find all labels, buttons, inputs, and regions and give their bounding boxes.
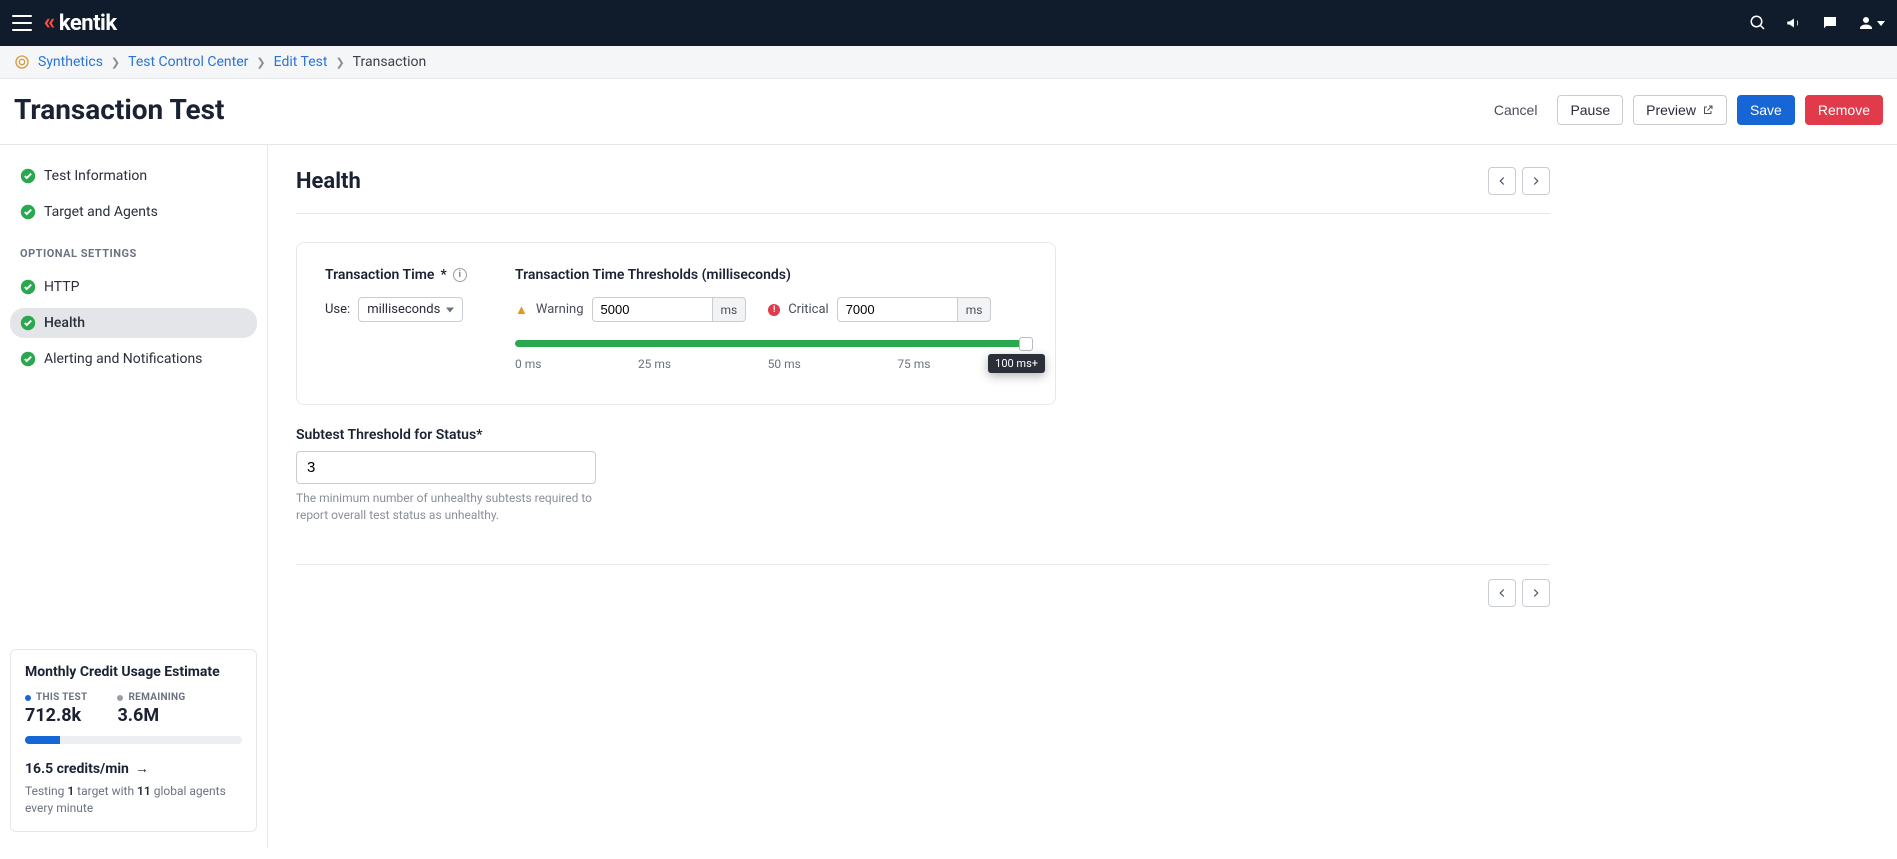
subtest-input[interactable] bbox=[296, 451, 596, 484]
credit-this-value: 712.8k bbox=[25, 705, 87, 726]
credit-title: Monthly Credit Usage Estimate bbox=[25, 664, 242, 680]
credit-usage-card: Monthly Credit Usage Estimate THIS TEST … bbox=[10, 649, 257, 832]
sidebar-item-label: Alerting and Notifications bbox=[44, 351, 202, 367]
sidebar-section-label: OPTIONAL SETTINGS bbox=[10, 233, 257, 266]
preview-button[interactable]: Preview bbox=[1633, 95, 1727, 125]
cancel-button[interactable]: Cancel bbox=[1484, 96, 1548, 124]
user-icon bbox=[1857, 14, 1875, 32]
credit-remain-label: REMAINING bbox=[128, 692, 185, 703]
chat-icon[interactable] bbox=[1821, 14, 1839, 32]
sidebar-item-http[interactable]: HTTP bbox=[10, 272, 257, 302]
breadcrumb: Synthetics ❯ Test Control Center ❯ Edit … bbox=[0, 46, 1897, 79]
check-circle-icon bbox=[20, 279, 36, 295]
subtest-label: Subtest Threshold for Status bbox=[296, 427, 476, 443]
save-button[interactable]: Save bbox=[1737, 95, 1795, 125]
use-unit-select[interactable]: milliseconds bbox=[358, 297, 463, 322]
breadcrumb-link-edit[interactable]: Edit Test bbox=[274, 54, 328, 70]
breadcrumb-current: Transaction bbox=[353, 54, 427, 70]
tx-time-label: Transaction Time bbox=[325, 267, 434, 283]
arrow-right-icon bbox=[1529, 586, 1543, 600]
arrow-left-icon bbox=[1495, 174, 1509, 188]
sidebar: Test Information Target and Agents OPTIO… bbox=[0, 145, 268, 848]
brand-mark-icon: « bbox=[44, 12, 55, 34]
breadcrumb-sep: ❯ bbox=[256, 56, 265, 69]
warning-icon: ▲ bbox=[515, 302, 528, 318]
synthetics-icon bbox=[14, 54, 30, 70]
brand-text: kentik bbox=[59, 11, 117, 36]
breadcrumb-link-control[interactable]: Test Control Center bbox=[128, 54, 248, 70]
arrow-right-icon bbox=[1529, 174, 1543, 188]
breadcrumb-sep: ❯ bbox=[111, 56, 120, 69]
dot-icon bbox=[25, 695, 31, 701]
credit-desc: Testing 1 target with 11 global agents e… bbox=[25, 783, 242, 817]
main-content: Health Transaction Time* i Use: millisec… bbox=[268, 145, 1578, 848]
dot-icon bbox=[117, 695, 123, 701]
arrow-left-icon bbox=[1495, 586, 1509, 600]
sidebar-item-alerting[interactable]: Alerting and Notifications bbox=[10, 344, 257, 374]
warning-label: Warning bbox=[536, 302, 584, 317]
credit-progress-fill bbox=[25, 736, 60, 744]
menu-icon[interactable] bbox=[12, 15, 32, 31]
warning-input[interactable] bbox=[592, 297, 712, 322]
critical-unit: ms bbox=[957, 297, 992, 322]
check-circle-icon bbox=[20, 351, 36, 367]
check-circle-icon bbox=[20, 315, 36, 331]
top-nav: « kentik bbox=[0, 0, 1897, 46]
critical-input[interactable] bbox=[837, 297, 957, 322]
breadcrumb-sep: ❯ bbox=[335, 56, 344, 69]
sidebar-item-label: Test Information bbox=[44, 168, 147, 184]
next-section-button[interactable] bbox=[1522, 167, 1550, 195]
critical-icon: ! bbox=[768, 304, 780, 316]
external-link-icon bbox=[1702, 104, 1714, 116]
announcement-icon[interactable] bbox=[1785, 14, 1803, 32]
slider-ticks: 0 ms 25 ms 50 ms 75 ms bbox=[515, 357, 1027, 371]
remove-button[interactable]: Remove bbox=[1805, 95, 1883, 125]
sidebar-item-health[interactable]: Health bbox=[10, 308, 257, 338]
sidebar-item-label: Target and Agents bbox=[44, 204, 158, 220]
credit-progress bbox=[25, 736, 242, 744]
pause-button[interactable]: Pause bbox=[1557, 95, 1623, 125]
credit-rate-text: 16.5 credits/min bbox=[25, 761, 129, 777]
next-section-button-bottom[interactable] bbox=[1522, 579, 1550, 607]
subtest-threshold-block: Subtest Threshold for Status* The minimu… bbox=[296, 427, 596, 524]
subtest-help: The minimum number of unhealthy subtests… bbox=[296, 490, 596, 524]
slider-thumb[interactable] bbox=[1019, 337, 1033, 351]
sidebar-item-test-info[interactable]: Test Information bbox=[10, 161, 257, 191]
check-circle-icon bbox=[20, 204, 36, 220]
preview-label: Preview bbox=[1646, 102, 1696, 118]
page-title: Transaction Test bbox=[14, 93, 225, 126]
page-header: Transaction Test Cancel Pause Preview Sa… bbox=[0, 79, 1897, 145]
credit-rate[interactable]: 16.5 credits/min → bbox=[25, 760, 242, 777]
brand-logo[interactable]: « kentik bbox=[44, 11, 117, 36]
chevron-down-icon bbox=[1877, 21, 1885, 26]
threshold-slider[interactable]: 100 ms+ 0 ms 25 ms 50 ms 75 ms bbox=[515, 340, 1027, 374]
section-title: Health bbox=[296, 169, 361, 194]
prev-section-button-bottom[interactable] bbox=[1488, 579, 1516, 607]
user-menu[interactable] bbox=[1857, 14, 1885, 32]
sidebar-item-label: Health bbox=[44, 315, 85, 331]
sidebar-item-label: HTTP bbox=[44, 279, 79, 295]
sidebar-item-target-agents[interactable]: Target and Agents bbox=[10, 197, 257, 227]
search-icon[interactable] bbox=[1749, 14, 1767, 32]
thresholds-title: Transaction Time Thresholds (millisecond… bbox=[515, 267, 1027, 283]
info-icon[interactable]: i bbox=[453, 268, 467, 282]
transaction-time-panel: Transaction Time* i Use: milliseconds Tr… bbox=[296, 242, 1056, 405]
arrow-right-icon: → bbox=[135, 760, 149, 777]
critical-label: Critical bbox=[788, 302, 828, 317]
check-circle-icon bbox=[20, 168, 36, 184]
breadcrumb-link-synthetics[interactable]: Synthetics bbox=[38, 54, 103, 70]
header-actions: Cancel Pause Preview Save Remove bbox=[1484, 95, 1883, 125]
credit-this-label: THIS TEST bbox=[36, 692, 87, 703]
warning-unit: ms bbox=[712, 297, 747, 322]
credit-remain-value: 3.6M bbox=[117, 705, 185, 726]
use-label: Use: bbox=[325, 302, 350, 317]
prev-section-button[interactable] bbox=[1488, 167, 1516, 195]
